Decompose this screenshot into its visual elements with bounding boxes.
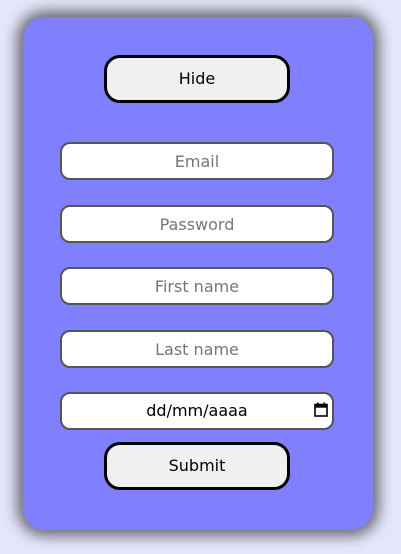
submit-button[interactable]: Submit bbox=[104, 442, 290, 490]
password-field[interactable] bbox=[60, 205, 334, 243]
form-card: Hide dd/mm/aaaa Submit bbox=[23, 17, 373, 530]
last-name-field[interactable] bbox=[60, 330, 334, 368]
calendar-icon[interactable] bbox=[314, 402, 328, 417]
first-name-field[interactable] bbox=[60, 267, 334, 305]
birthdate-field[interactable]: dd/mm/aaaa bbox=[60, 392, 334, 430]
hide-button[interactable]: Hide bbox=[104, 55, 290, 103]
email-field[interactable] bbox=[60, 142, 334, 180]
birthdate-text: dd/mm/aaaa bbox=[146, 401, 248, 420]
